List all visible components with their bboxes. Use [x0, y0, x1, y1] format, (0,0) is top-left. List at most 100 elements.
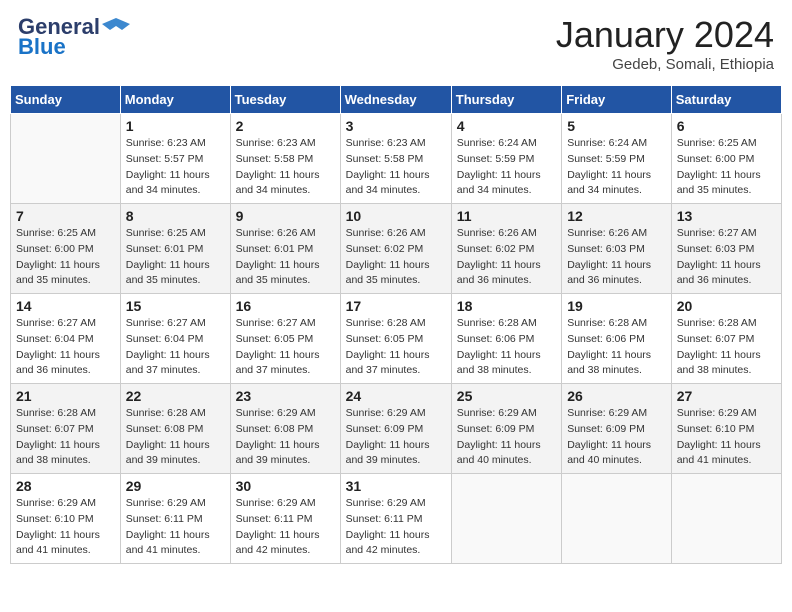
- week-row-5: 28 Sunrise: 6:29 AMSunset: 6:10 PMDayligh…: [11, 474, 782, 564]
- week-row-1: 1 Sunrise: 6:23 AMSunset: 5:57 PMDaylight…: [11, 114, 782, 204]
- day-info: Sunrise: 6:29 AMSunset: 6:09 PMDaylight:…: [346, 406, 446, 469]
- day-info: Sunrise: 6:26 AMSunset: 6:01 PMDaylight:…: [236, 226, 335, 289]
- day-number: 4: [457, 118, 556, 134]
- day-number: 8: [126, 208, 225, 224]
- logo-general: General: [18, 14, 100, 39]
- day-number: 3: [346, 118, 446, 134]
- calendar-cell: 8Sunrise: 6:25 AMSunset: 6:01 PMDaylight…: [120, 204, 230, 294]
- calendar-cell: 27 Sunrise: 6:29 AMSunset: 6:10 PMDayligh…: [671, 384, 781, 474]
- week-row-3: 14 Sunrise: 6:27 AMSunset: 6:04 PMDayligh…: [11, 294, 782, 384]
- day-info: Sunrise: 6:23 AMSunset: 5:57 PMDaylight:…: [126, 136, 225, 199]
- day-number: 20: [677, 298, 776, 314]
- weekday-header-tuesday: Tuesday: [230, 86, 340, 114]
- calendar-cell: 20 Sunrise: 6:28 AMSunset: 6:07 PMDayligh…: [671, 294, 781, 384]
- day-info: Sunrise: 6:28 AMSunset: 6:07 PMDaylight:…: [677, 316, 776, 379]
- day-number: 10: [346, 208, 446, 224]
- logo-wing-icon: [102, 16, 130, 38]
- weekday-header-sunday: Sunday: [11, 86, 121, 114]
- day-number: 18: [457, 298, 556, 314]
- calendar-cell: 12 Sunrise: 6:26 AMSunset: 6:03 PMDayligh…: [562, 204, 672, 294]
- calendar-cell: 14 Sunrise: 6:27 AMSunset: 6:04 PMDayligh…: [11, 294, 121, 384]
- calendar-cell: 21 Sunrise: 6:28 AMSunset: 6:07 PMDayligh…: [11, 384, 121, 474]
- title-area: January 2024 Gedeb, Somali, Ethiopia: [556, 14, 774, 73]
- calendar-cell: 19 Sunrise: 6:28 AMSunset: 6:06 PMDayligh…: [562, 294, 672, 384]
- calendar-cell: 31 Sunrise: 6:29 AMSunset: 6:11 PMDayligh…: [340, 474, 451, 564]
- day-info: Sunrise: 6:28 AMSunset: 6:05 PMDaylight:…: [346, 316, 446, 379]
- day-info: Sunrise: 6:26 AMSunset: 6:02 PMDaylight:…: [346, 226, 446, 289]
- day-number: 12: [567, 208, 666, 224]
- calendar-cell: [11, 114, 121, 204]
- logo: General Blue: [18, 14, 130, 60]
- day-number: 5: [567, 118, 666, 134]
- calendar-cell: 1 Sunrise: 6:23 AMSunset: 5:57 PMDaylight…: [120, 114, 230, 204]
- day-info: Sunrise: 6:28 AMSunset: 6:06 PMDaylight:…: [567, 316, 666, 379]
- header: General Blue January 2024 Gedeb, Somali,…: [10, 10, 782, 77]
- day-number: 13: [677, 208, 776, 224]
- day-number: 17: [346, 298, 446, 314]
- calendar-cell: 5 Sunrise: 6:24 AMSunset: 5:59 PMDaylight…: [562, 114, 672, 204]
- day-info: Sunrise: 6:24 AMSunset: 5:59 PMDaylight:…: [567, 136, 666, 199]
- day-number: 15: [126, 298, 225, 314]
- calendar-cell: 15 Sunrise: 6:27 AMSunset: 6:04 PMDayligh…: [120, 294, 230, 384]
- location-subtitle: Gedeb, Somali, Ethiopia: [556, 56, 774, 73]
- day-info: Sunrise: 6:27 AMSunset: 6:03 PMDaylight:…: [677, 226, 776, 289]
- day-number: 11: [457, 208, 556, 224]
- day-number: 29: [126, 478, 225, 494]
- calendar-table: SundayMondayTuesdayWednesdayThursdayFrid…: [10, 85, 782, 564]
- calendar-cell: 28 Sunrise: 6:29 AMSunset: 6:10 PMDayligh…: [11, 474, 121, 564]
- calendar-cell: 7 Sunrise: 6:25 AMSunset: 6:00 PMDaylight…: [11, 204, 121, 294]
- calendar-cell: 26 Sunrise: 6:29 AMSunset: 6:09 PMDayligh…: [562, 384, 672, 474]
- weekday-header-wednesday: Wednesday: [340, 86, 451, 114]
- week-row-4: 21 Sunrise: 6:28 AMSunset: 6:07 PMDayligh…: [11, 384, 782, 474]
- day-number: 7: [16, 208, 115, 224]
- weekday-header-friday: Friday: [562, 86, 672, 114]
- calendar-cell: [562, 474, 672, 564]
- day-info: Sunrise: 6:29 AMSunset: 6:10 PMDaylight:…: [16, 496, 115, 559]
- day-info: Sunrise: 6:29 AMSunset: 6:11 PMDaylight:…: [236, 496, 335, 559]
- day-info: Sunrise: 6:24 AMSunset: 5:59 PMDaylight:…: [457, 136, 556, 199]
- day-number: 21: [16, 388, 115, 404]
- calendar-cell: 13 Sunrise: 6:27 AMSunset: 6:03 PMDayligh…: [671, 204, 781, 294]
- day-info: Sunrise: 6:27 AMSunset: 6:04 PMDaylight:…: [16, 316, 115, 379]
- day-info: Sunrise: 6:26 AMSunset: 6:03 PMDaylight:…: [567, 226, 666, 289]
- day-info: Sunrise: 6:29 AMSunset: 6:09 PMDaylight:…: [567, 406, 666, 469]
- weekday-header-saturday: Saturday: [671, 86, 781, 114]
- calendar-cell: 22Sunrise: 6:28 AMSunset: 6:08 PMDayligh…: [120, 384, 230, 474]
- day-number: 22: [126, 388, 225, 404]
- day-number: 26: [567, 388, 666, 404]
- day-number: 25: [457, 388, 556, 404]
- calendar-cell: 25 Sunrise: 6:29 AMSunset: 6:09 PMDayligh…: [451, 384, 561, 474]
- calendar-cell: 6Sunrise: 6:25 AMSunset: 6:00 PMDaylight…: [671, 114, 781, 204]
- day-info: Sunrise: 6:25 AMSunset: 6:00 PMDaylight:…: [16, 226, 115, 289]
- day-info: Sunrise: 6:28 AMSunset: 6:07 PMDaylight:…: [16, 406, 115, 469]
- calendar-cell: 30Sunrise: 6:29 AMSunset: 6:11 PMDayligh…: [230, 474, 340, 564]
- day-number: 31: [346, 478, 446, 494]
- day-number: 19: [567, 298, 666, 314]
- day-number: 23: [236, 388, 335, 404]
- calendar-cell: 23Sunrise: 6:29 AMSunset: 6:08 PMDayligh…: [230, 384, 340, 474]
- day-info: Sunrise: 6:27 AMSunset: 6:05 PMDaylight:…: [236, 316, 335, 379]
- week-row-2: 7 Sunrise: 6:25 AMSunset: 6:00 PMDaylight…: [11, 204, 782, 294]
- day-info: Sunrise: 6:23 AMSunset: 5:58 PMDaylight:…: [346, 136, 446, 199]
- day-number: 24: [346, 388, 446, 404]
- calendar-cell: 4 Sunrise: 6:24 AMSunset: 5:59 PMDaylight…: [451, 114, 561, 204]
- calendar-cell: 17 Sunrise: 6:28 AMSunset: 6:05 PMDayligh…: [340, 294, 451, 384]
- day-info: Sunrise: 6:27 AMSunset: 6:04 PMDaylight:…: [126, 316, 225, 379]
- calendar-cell: 18Sunrise: 6:28 AMSunset: 6:06 PMDayligh…: [451, 294, 561, 384]
- day-info: Sunrise: 6:25 AMSunset: 6:00 PMDaylight:…: [677, 136, 776, 199]
- day-info: Sunrise: 6:29 AMSunset: 6:11 PMDaylight:…: [346, 496, 446, 559]
- day-number: 28: [16, 478, 115, 494]
- day-number: 16: [236, 298, 335, 314]
- day-number: 14: [16, 298, 115, 314]
- calendar-cell: 10 Sunrise: 6:26 AMSunset: 6:02 PMDayligh…: [340, 204, 451, 294]
- day-number: 27: [677, 388, 776, 404]
- day-number: 2: [236, 118, 335, 134]
- calendar-cell: 3 Sunrise: 6:23 AMSunset: 5:58 PMDaylight…: [340, 114, 451, 204]
- day-info: Sunrise: 6:29 AMSunset: 6:10 PMDaylight:…: [677, 406, 776, 469]
- day-info: Sunrise: 6:29 AMSunset: 6:09 PMDaylight:…: [457, 406, 556, 469]
- calendar-cell: [671, 474, 781, 564]
- day-number: 1: [126, 118, 225, 134]
- day-number: 9: [236, 208, 335, 224]
- calendar-cell: 11Sunrise: 6:26 AMSunset: 6:02 PMDayligh…: [451, 204, 561, 294]
- day-info: Sunrise: 6:29 AMSunset: 6:11 PMDaylight:…: [126, 496, 225, 559]
